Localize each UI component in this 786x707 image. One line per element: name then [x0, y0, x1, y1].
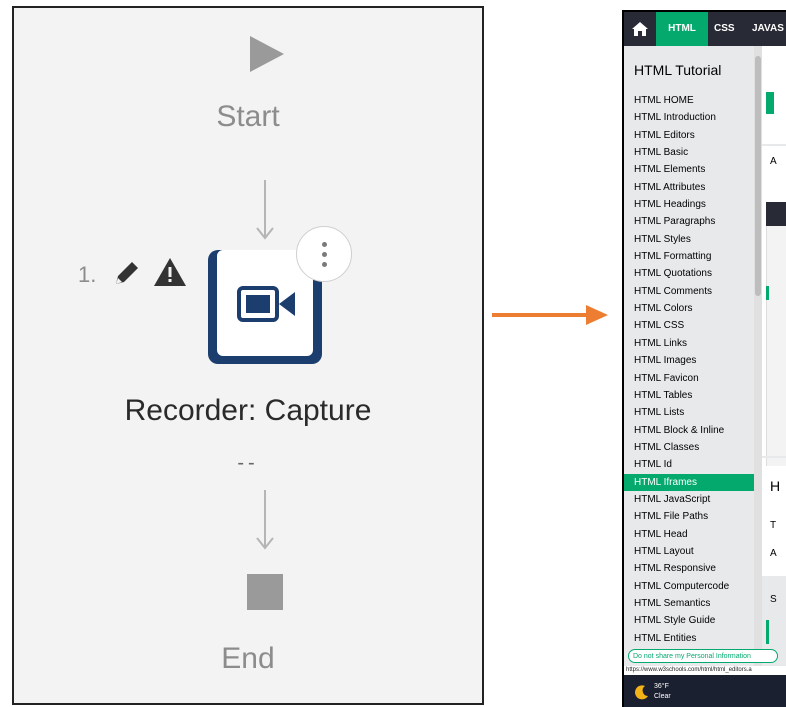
sidebar-item[interactable]: HTML Formatting [624, 248, 754, 265]
sidebar-item[interactable]: HTML Headings [624, 196, 754, 213]
step-number: 1. [78, 262, 97, 287]
sidebar-item[interactable]: HTML Classes [624, 439, 754, 456]
main-green-marker [766, 286, 769, 300]
sidebar-item[interactable]: HTML Links [624, 335, 754, 352]
main-text-fragment: H [770, 478, 781, 494]
sidebar-item[interactable]: HTML Layout [624, 543, 754, 560]
kebab-dot [322, 242, 327, 247]
scroll-thumb[interactable] [755, 56, 761, 296]
sidebar-item[interactable]: HTML Lists [624, 404, 754, 421]
stop-icon[interactable] [247, 574, 283, 610]
sidebar-item[interactable]: HTML Editors [624, 127, 754, 144]
taskbar: 36°F Clear [624, 675, 786, 707]
main-text-fragment: A [770, 548, 777, 559]
main-dark-block [766, 202, 786, 226]
top-nav: HTML CSS JAVAS [624, 12, 786, 46]
sidebar-item[interactable]: HTML Colors [624, 300, 754, 317]
sidebar-item[interactable]: HTML Block & Inline [624, 422, 754, 439]
sidebar-item[interactable]: HTML Tables [624, 387, 754, 404]
sidebar-item[interactable]: HTML JavaScript [624, 491, 754, 508]
status-url: https://www.w3schools.com/html/html_edit… [624, 666, 786, 675]
sidebar-list: HTML HOME HTML Introduction HTML Editors HT… [624, 92, 754, 647]
end-label: End [221, 642, 275, 675]
main-green-block [766, 92, 774, 114]
sidebar-item[interactable]: HTML Paragraphs [624, 213, 754, 230]
arrow-down-icon [256, 490, 274, 550]
pencil-icon[interactable] [112, 258, 142, 288]
sidebar-scrollbar[interactable] [754, 46, 762, 666]
arrow-down-icon [256, 180, 274, 240]
main-green-marker [766, 620, 769, 644]
sidebar-item[interactable]: HTML Entities [624, 630, 754, 647]
main-divider [762, 456, 786, 458]
sidebar-item[interactable]: HTML Computercode [624, 578, 754, 595]
privacy-link[interactable]: Do not share my Personal Information [628, 649, 778, 663]
sidebar-item[interactable]: HTML Style Guide [624, 612, 754, 629]
action-subtitle: -- [237, 452, 259, 474]
sidebar-item[interactable]: HTML Favicon [624, 370, 754, 387]
main-content: A H T A S [762, 46, 786, 666]
main-gray-panel [766, 226, 786, 466]
home-icon[interactable] [624, 12, 656, 46]
nav-html[interactable]: HTML [656, 12, 708, 46]
moon-icon[interactable] [634, 684, 650, 700]
weather-temp[interactable]: 36°F [654, 683, 669, 690]
main-text-fragment: A [770, 156, 777, 167]
video-camera-icon [237, 286, 295, 322]
warning-icon[interactable] [152, 256, 188, 288]
weather-desc[interactable]: Clear [654, 693, 671, 700]
sidebar-item[interactable]: HTML Images [624, 352, 754, 369]
sidebar-item[interactable]: HTML HOME [624, 92, 754, 109]
sidebar-title: HTML Tutorial [634, 62, 722, 78]
sidebar-item[interactable]: HTML Elements [624, 161, 754, 178]
main-text-fragment: T [770, 520, 777, 531]
main-divider [762, 144, 786, 146]
sidebar-item[interactable]: HTML Comments [624, 283, 754, 300]
action-title: Recorder: Capture [124, 394, 372, 427]
sidebar-item[interactable]: HTML Iframes [624, 473, 754, 491]
kebab-dot [322, 252, 327, 257]
start-label: Start [216, 100, 280, 133]
sidebar: HTML Tutorial HTML HOME HTML Introduction… [624, 46, 754, 666]
sidebar-item[interactable]: HTML File Paths [624, 508, 754, 525]
sidebar-item[interactable]: HTML Attributes [624, 179, 754, 196]
sidebar-item[interactable]: HTML Quotations [624, 265, 754, 282]
play-icon[interactable] [248, 34, 286, 74]
nav-css[interactable]: CSS [714, 12, 735, 46]
sidebar-item[interactable]: HTML Semantics [624, 595, 754, 612]
sidebar-item[interactable]: HTML Id [624, 456, 754, 473]
sidebar-item[interactable]: HTML Head [624, 526, 754, 543]
sidebar-item[interactable]: HTML Introduction [624, 109, 754, 126]
more-options-button[interactable] [296, 226, 352, 282]
main-text-fragment: S [770, 594, 777, 605]
kebab-dot [322, 262, 327, 267]
sidebar-item[interactable]: HTML CSS [624, 317, 754, 334]
browser-screenshot: HTML CSS JAVAS HTML Tutorial HTML HOME HT… [622, 10, 786, 707]
nav-javascript[interactable]: JAVAS [752, 12, 784, 46]
sidebar-item[interactable]: HTML Styles [624, 231, 754, 248]
sidebar-item[interactable]: HTML Basic [624, 144, 754, 161]
arrow-right-icon [492, 305, 608, 325]
flow-panel: Start 1. Recorder: Capture -- End [12, 6, 484, 705]
sidebar-item[interactable]: HTML Responsive [624, 560, 754, 577]
